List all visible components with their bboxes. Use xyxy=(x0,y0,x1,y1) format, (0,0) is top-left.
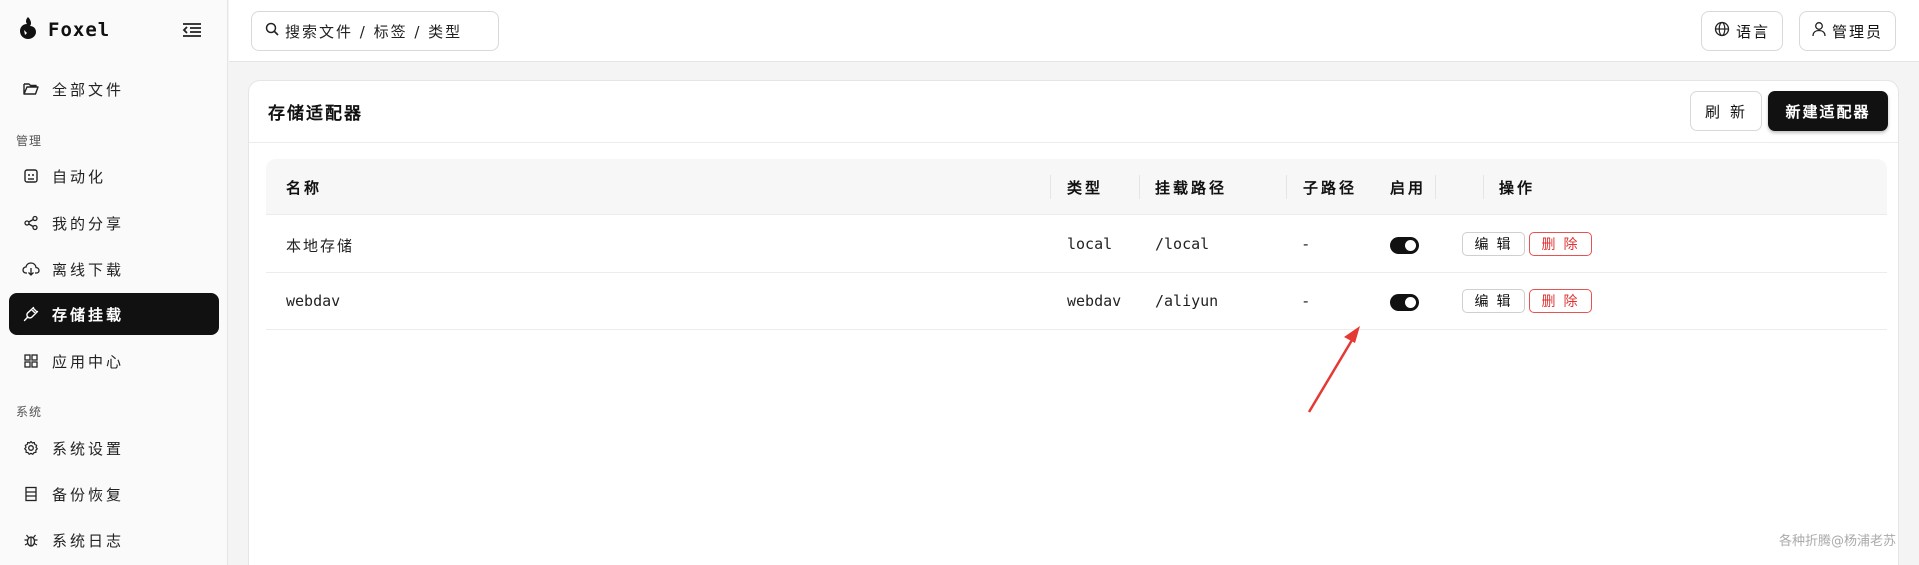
bug-icon xyxy=(22,531,40,549)
sidebar-item-system-logs[interactable]: 系统日志 xyxy=(9,519,219,561)
sidebar-item-my-share[interactable]: 我的分享 xyxy=(9,202,219,244)
search-input[interactable]: 搜索文件 / 标签 / 类型 xyxy=(251,11,499,51)
column-divider xyxy=(1483,175,1484,199)
section-label-manage: 管理 xyxy=(16,134,43,148)
cell-name: 本地存储 xyxy=(286,237,355,255)
sidebar: Foxel 全部文件 管理 自动化 我的分享 离线下载 存储挂载 应用中心 系统… xyxy=(0,0,228,565)
cell-sub-path: - xyxy=(1303,292,1311,310)
cell-mount-path: /aliyun xyxy=(1155,292,1219,310)
edit-button[interactable]: 编辑 xyxy=(1462,232,1525,256)
archive-icon xyxy=(22,485,40,503)
folder-open-icon xyxy=(22,80,40,98)
enabled-toggle[interactable] xyxy=(1390,294,1419,311)
delete-button[interactable]: 删除 xyxy=(1529,232,1592,256)
sidebar-item-label: 系统设置 xyxy=(52,439,125,458)
menu-fold-icon xyxy=(182,23,201,37)
robot-icon xyxy=(22,167,40,185)
sidebar-item-storage-mount[interactable]: 存储挂载 xyxy=(9,293,219,335)
sidebar-item-label: 全部文件 xyxy=(52,80,125,99)
sidebar-item-automation[interactable]: 自动化 xyxy=(9,155,219,197)
sidebar-item-label: 存储挂载 xyxy=(52,305,125,324)
search-icon xyxy=(265,22,279,40)
language-label: 语言 xyxy=(1736,22,1771,41)
globe-icon xyxy=(1714,21,1730,41)
table-header: 名称 类型 挂载路径 子路径 启用 操作 xyxy=(266,159,1887,215)
refresh-button[interactable]: 刷新 xyxy=(1690,91,1762,131)
column-header-enabled: 启用 xyxy=(1390,179,1427,197)
sidebar-item-label: 离线下载 xyxy=(52,260,125,279)
cell-type: webdav xyxy=(1067,292,1122,310)
user-menu-button[interactable]: 管理员 xyxy=(1799,11,1897,51)
cloud-download-icon xyxy=(22,260,40,278)
app-name: Foxel xyxy=(48,19,111,41)
column-header-type: 类型 xyxy=(1067,179,1104,197)
card-header: 存储适配器 刷新 新建适配器 xyxy=(249,81,1898,143)
plug-icon xyxy=(22,305,40,323)
column-header-actions: 操作 xyxy=(1499,179,1536,197)
sidebar-item-label: 应用中心 xyxy=(52,352,125,371)
new-adapter-button[interactable]: 新建适配器 xyxy=(1768,91,1888,131)
brand[interactable]: Foxel xyxy=(17,17,110,43)
sidebar-item-backup-restore[interactable]: 备份恢复 xyxy=(9,473,219,515)
user-label: 管理员 xyxy=(1832,22,1884,41)
column-divider xyxy=(1139,175,1140,199)
sidebar-item-app-center[interactable]: 应用中心 xyxy=(9,340,219,382)
column-header-name: 名称 xyxy=(286,179,323,197)
column-header-sub-path: 子路径 xyxy=(1303,179,1358,197)
search-placeholder: 搜索文件 / 标签 / 类型 xyxy=(285,22,463,41)
sidebar-item-offline-download[interactable]: 离线下载 xyxy=(9,248,219,290)
column-header-mount-path: 挂载路径 xyxy=(1155,179,1228,197)
sidebar-item-all-files[interactable]: 全部文件 xyxy=(9,68,219,110)
page-title: 存储适配器 xyxy=(268,104,363,124)
sidebar-item-system-settings[interactable]: 系统设置 xyxy=(9,427,219,469)
cell-sub-path: - xyxy=(1303,235,1311,253)
sidebar-item-label: 备份恢复 xyxy=(52,485,125,504)
section-label-system: 系统 xyxy=(16,405,43,419)
sidebar-item-label: 系统日志 xyxy=(52,531,125,550)
column-divider xyxy=(1286,175,1287,199)
watermark: 各种折腾@杨浦老苏 xyxy=(1779,534,1897,549)
table-row: webdav webdav /aliyun - 编辑 删除 xyxy=(266,273,1887,330)
collapse-sidebar-button[interactable] xyxy=(181,19,203,41)
delete-button[interactable]: 删除 xyxy=(1529,289,1592,313)
column-divider xyxy=(1435,175,1436,199)
sidebar-item-label: 自动化 xyxy=(52,167,107,186)
sidebar-item-label: 我的分享 xyxy=(52,214,125,233)
fox-logo-icon xyxy=(17,16,39,44)
storage-adapters-card: 存储适配器 刷新 新建适配器 名称 类型 挂载路径 子路径 启用 操作 本地存储… xyxy=(248,80,1899,565)
topbar: 搜索文件 / 标签 / 类型 语言 管理员 xyxy=(229,0,1919,62)
gear-icon xyxy=(22,439,40,457)
cell-type: local xyxy=(1067,235,1113,253)
cell-name: webdav xyxy=(286,292,341,310)
cell-mount-path: /local xyxy=(1155,235,1210,253)
language-button[interactable]: 语言 xyxy=(1701,11,1784,51)
share-icon xyxy=(22,214,40,232)
apps-grid-icon xyxy=(22,352,40,370)
table-row: 本地存储 local /local - 编辑 删除 xyxy=(266,216,1887,273)
edit-button[interactable]: 编辑 xyxy=(1462,289,1525,313)
user-icon xyxy=(1812,21,1826,41)
enabled-toggle[interactable] xyxy=(1390,237,1419,254)
